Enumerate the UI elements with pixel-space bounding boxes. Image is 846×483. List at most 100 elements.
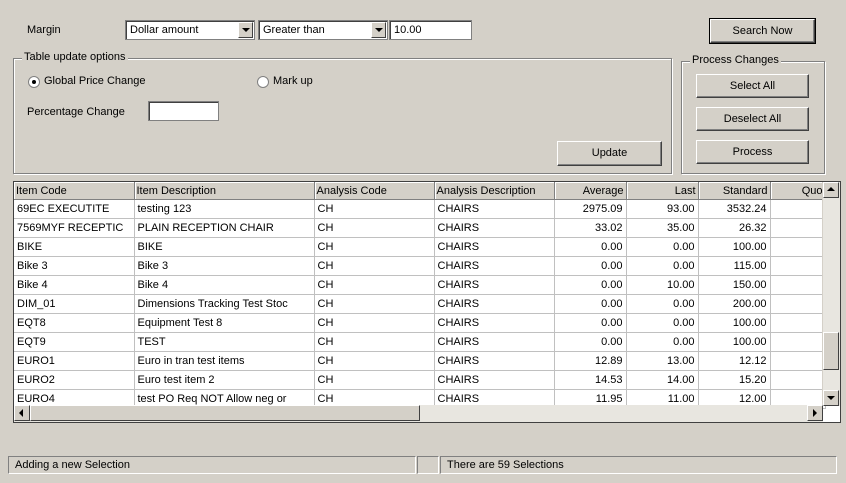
cell-quo: [770, 256, 826, 276]
cell-last: 0.00: [626, 294, 699, 314]
margin-type-value: Dollar amount: [130, 24, 199, 36]
scroll-up-icon[interactable]: [823, 182, 839, 198]
scroll-down-icon[interactable]: [823, 390, 839, 406]
status-left-panel: Adding a new Selection: [8, 456, 416, 474]
mark-up-radio[interactable]: [257, 76, 269, 88]
cell-analysis-code: CH: [314, 294, 435, 314]
process-changes-legend: Process Changes: [690, 54, 781, 66]
col-average[interactable]: Average: [554, 182, 627, 200]
table-row[interactable]: EQT8 Equipment Test 8 CH CHAIRS 0.00 0.00 100.…: [14, 313, 826, 333]
deselect-all-button[interactable]: Deselect All: [696, 107, 809, 131]
cell-analysis-description: CHAIRS: [434, 199, 555, 219]
cell-last: 10.00: [626, 275, 699, 295]
cell-item-code: EURO1: [14, 351, 135, 371]
items-table: Item Code Item Description Analysis Code…: [14, 182, 826, 409]
cell-item-description: Equipment Test 8: [134, 313, 315, 333]
cell-quo: [770, 370, 826, 390]
table-row[interactable]: EURO2 Euro test item 2 CH CHAIRS 14.53 14.00 1…: [14, 370, 826, 390]
cell-analysis-description: CHAIRS: [434, 237, 555, 257]
cell-analysis-description: CHAIRS: [434, 294, 555, 314]
cell-analysis-description: CHAIRS: [434, 256, 555, 276]
cell-analysis-code: CH: [314, 199, 435, 219]
col-last[interactable]: Last: [626, 182, 699, 200]
update-button[interactable]: Update: [557, 141, 662, 166]
grid-body: 69EC EXECUTITE testing 123 CH CHAIRS 2975.09…: [14, 199, 826, 409]
table-row[interactable]: 69EC EXECUTITE testing 123 CH CHAIRS 2975.09…: [14, 199, 826, 219]
status-right-text: There are 59 Selections: [447, 459, 564, 471]
table-row[interactable]: DIM_01 Dimensions Tracking Test Stoc CH CHA…: [14, 294, 826, 314]
cell-analysis-description: CHAIRS: [434, 218, 555, 238]
vertical-scrollbar[interactable]: [822, 182, 840, 406]
cell-item-code: Bike 3: [14, 256, 135, 276]
cell-average: 0.00: [554, 313, 627, 333]
cell-quo: [770, 313, 826, 333]
cell-analysis-description: CHAIRS: [434, 332, 555, 352]
cell-item-description: testing 123: [134, 199, 315, 219]
global-price-change-label: Global Price Change: [44, 75, 146, 87]
table-row[interactable]: EQT9 TEST CH CHAIRS 0.00 0.00 100.00: [14, 332, 826, 352]
cell-quo: [770, 332, 826, 352]
status-left-text: Adding a new Selection: [15, 459, 130, 471]
process-button[interactable]: Process: [696, 140, 809, 164]
cell-analysis-code: CH: [314, 332, 435, 352]
operator-value: Greater than: [263, 24, 325, 36]
chevron-down-icon[interactable]: [371, 22, 386, 38]
table-row[interactable]: EURO1 Euro in tran test items CH CHAIRS 12.8…: [14, 351, 826, 371]
grid-header-row: Item Code Item Description Analysis Code…: [14, 182, 826, 200]
cell-average: 12.89: [554, 351, 627, 371]
col-item-code[interactable]: Item Code: [14, 182, 135, 200]
percentage-change-input[interactable]: [148, 101, 219, 121]
table-row[interactable]: BIKE BIKE CH CHAIRS 0.00 0.00 100.00: [14, 237, 826, 257]
scroll-left-icon[interactable]: [14, 405, 30, 421]
cell-item-code: EQT9: [14, 332, 135, 352]
search-now-button[interactable]: Search Now: [709, 18, 816, 44]
amount-input[interactable]: 10.00: [389, 20, 472, 40]
mark-up-label: Mark up: [273, 75, 313, 87]
cell-last: 93.00: [626, 199, 699, 219]
cell-item-code: DIM_01: [14, 294, 135, 314]
cell-item-code: EURO2: [14, 370, 135, 390]
cell-standard: 150.00: [698, 275, 771, 295]
cell-standard: 15.20: [698, 370, 771, 390]
table-row[interactable]: Bike 4 Bike 4 CH CHAIRS 0.00 10.00 150.00: [14, 275, 826, 295]
cell-analysis-code: CH: [314, 370, 435, 390]
col-quo[interactable]: Quo: [770, 182, 826, 200]
cell-item-description: Euro in tran test items: [134, 351, 315, 371]
cell-last: 0.00: [626, 332, 699, 352]
table-row[interactable]: Bike 3 Bike 3 CH CHAIRS 0.00 0.00 115.00: [14, 256, 826, 276]
col-standard[interactable]: Standard: [698, 182, 771, 200]
col-item-description[interactable]: Item Description: [134, 182, 315, 200]
cell-analysis-description: CHAIRS: [434, 313, 555, 333]
col-analysis-code[interactable]: Analysis Code: [314, 182, 435, 200]
table-update-legend: Table update options: [22, 51, 128, 63]
scroll-right-icon[interactable]: [807, 405, 823, 421]
cell-standard: 26.32: [698, 218, 771, 238]
cell-standard: 12.12: [698, 351, 771, 371]
cell-quo: [770, 199, 826, 219]
cell-last: 35.00: [626, 218, 699, 238]
cell-analysis-code: CH: [314, 275, 435, 295]
cell-average: 14.53: [554, 370, 627, 390]
select-all-button[interactable]: Select All: [696, 74, 809, 98]
global-price-change-radio[interactable]: [28, 76, 40, 88]
horizontal-scroll-thumb[interactable]: [30, 405, 420, 421]
cell-analysis-description: CHAIRS: [434, 275, 555, 295]
cell-item-code: EQT8: [14, 313, 135, 333]
chevron-down-icon[interactable]: [238, 22, 253, 38]
status-right-panel: There are 59 Selections: [440, 456, 837, 474]
vertical-scroll-thumb[interactable]: [823, 332, 839, 370]
cell-item-code: Bike 4: [14, 275, 135, 295]
horizontal-scrollbar[interactable]: [14, 405, 823, 422]
cell-last: 0.00: [626, 313, 699, 333]
cell-last: 14.00: [626, 370, 699, 390]
cell-standard: 100.00: [698, 332, 771, 352]
cell-analysis-description: CHAIRS: [434, 351, 555, 371]
cell-quo: [770, 351, 826, 371]
operator-select[interactable]: Greater than: [258, 20, 388, 40]
cell-item-code: BIKE: [14, 237, 135, 257]
table-row[interactable]: 7569MYF RECEPTIC PLAIN RECEPTION CHAIR CH C…: [14, 218, 826, 238]
col-analysis-description[interactable]: Analysis Description: [434, 182, 555, 200]
cell-quo: [770, 294, 826, 314]
margin-type-select[interactable]: Dollar amount: [125, 20, 255, 40]
margin-label: Margin: [27, 24, 61, 36]
